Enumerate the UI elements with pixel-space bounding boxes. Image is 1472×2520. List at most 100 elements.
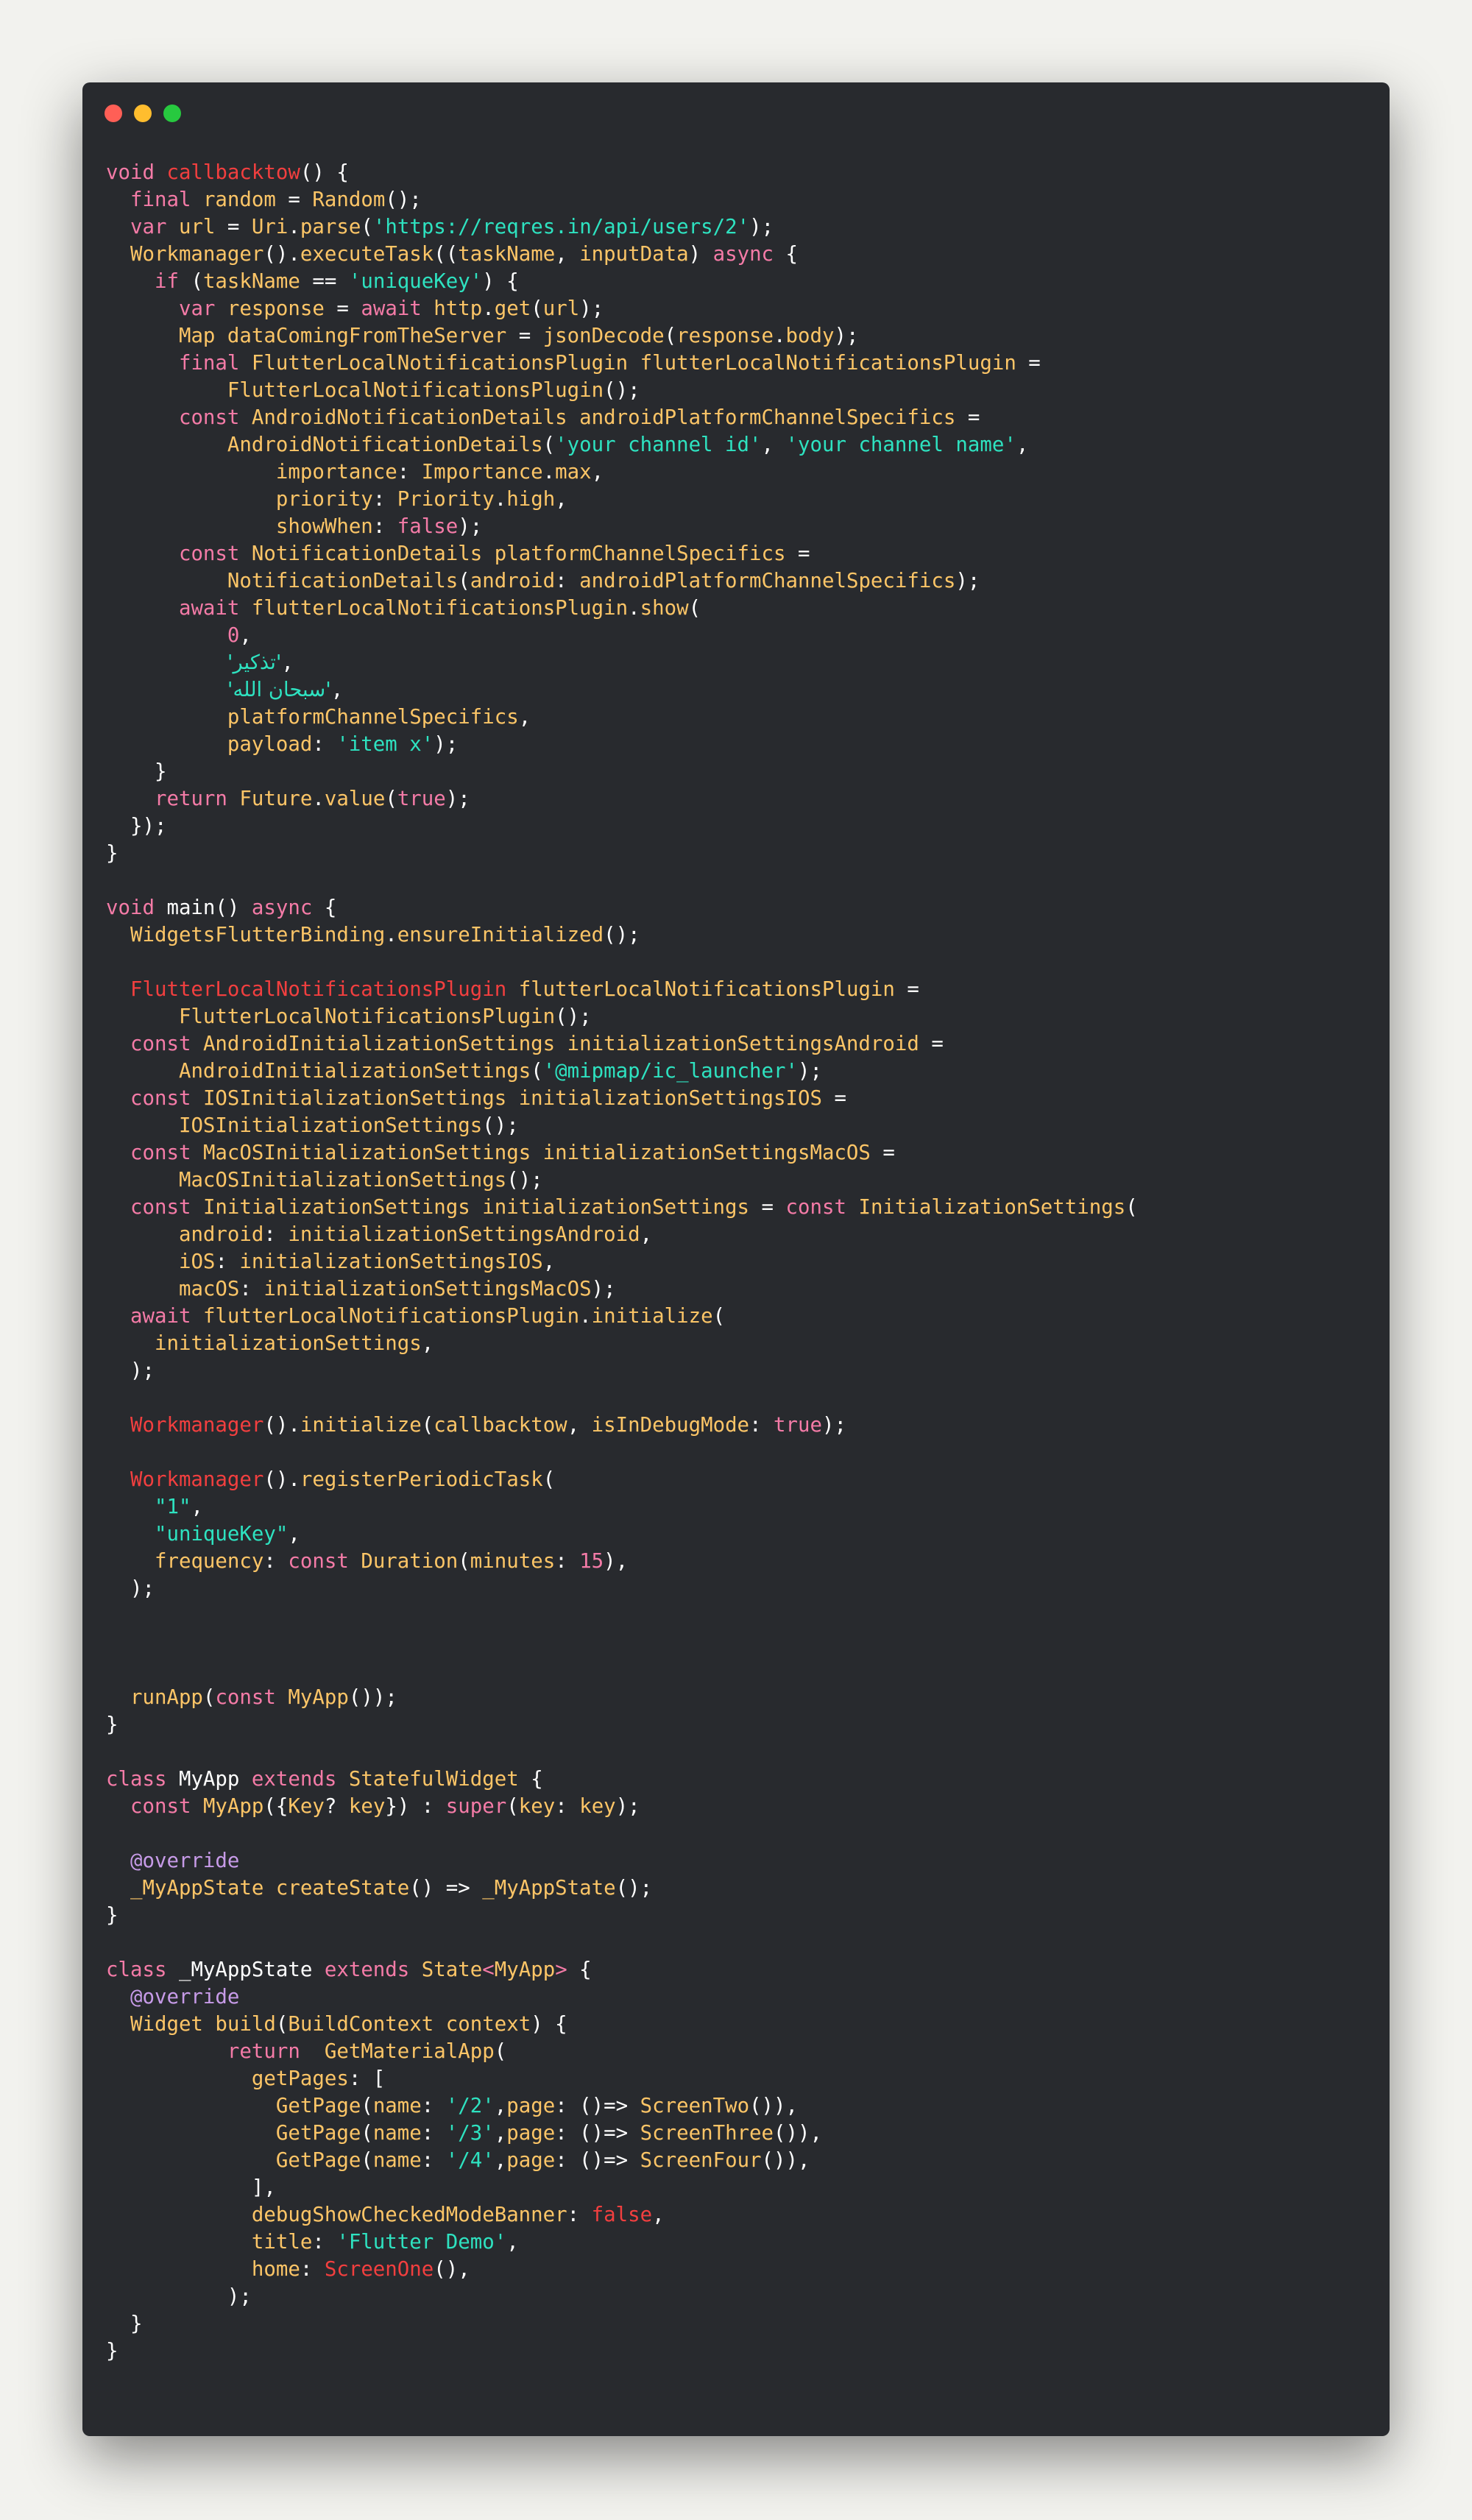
- code-token-id: [106, 542, 179, 565]
- code-line: return Future.value(true);: [106, 785, 1138, 813]
- code-token-id: );: [458, 515, 483, 538]
- code-token-fn: initializationSettings: [154, 1332, 422, 1355]
- code-line: );: [106, 1575, 1138, 1602]
- code-token-id: [106, 706, 227, 729]
- code-token-id: ): [688, 243, 713, 266]
- code-token-id: {: [312, 896, 337, 919]
- code-token-id: .: [312, 788, 325, 810]
- code-token-fn: _MyAppState: [482, 1877, 616, 1900]
- code-token-red: Workmanager: [130, 1468, 264, 1491]
- code-token-kw: true: [397, 788, 446, 810]
- code-token-kw: false: [397, 515, 459, 538]
- code-token-fn: GetPage: [275, 2149, 361, 2172]
- code-token-fn: flutterLocalNotificationsPlugin: [518, 978, 895, 1001]
- code-token-id: [106, 597, 179, 620]
- code-token-id: ==: [300, 270, 349, 293]
- code-token-kw: const: [215, 1686, 289, 1709]
- code-token-kw: <: [482, 1958, 495, 1981]
- code-token-id: [106, 433, 227, 456]
- code-token-id: [106, 1087, 130, 1110]
- code-token-fn: http: [434, 297, 483, 320]
- code-line: initializationSettings,: [106, 1330, 1138, 1357]
- code-token-fn: MacOSInitializationSettings: [178, 1169, 507, 1192]
- code-token-fn: FlutterLocalNotificationsPlugin: [178, 1005, 556, 1028]
- code-token-kw: true: [774, 1414, 823, 1437]
- code-token-kw: class: [106, 1958, 179, 1981]
- code-line: GetPage(name: '/2',page: ()=> ScreenTwo(…: [106, 2092, 1138, 2120]
- code-token-kw: const: [288, 1550, 361, 1573]
- code-token-fn: key: [348, 1795, 386, 1818]
- code-token-id: ,: [494, 2095, 507, 2117]
- code-token-id: [106, 297, 179, 320]
- code-token-fn: value: [324, 788, 386, 810]
- code-token-str: "uniqueKey": [154, 1523, 289, 1546]
- code-token-id: ,: [518, 706, 531, 729]
- code-token-id: );: [579, 297, 604, 320]
- code-line: 'سبحان الله',: [106, 676, 1138, 704]
- code-token-kw: const: [178, 542, 252, 565]
- code-token-id: ();: [482, 1114, 519, 1137]
- code-token-kw: await: [361, 297, 434, 320]
- code-token-kw: class: [106, 1768, 179, 1791]
- code-token-id: [106, 679, 227, 701]
- code-token-id: .: [579, 1305, 592, 1328]
- code-token-id: ();: [555, 1005, 592, 1028]
- minimize-button[interactable]: [134, 105, 152, 122]
- code-token-id: [106, 1414, 130, 1437]
- close-button[interactable]: [105, 105, 122, 122]
- code-token-id: [106, 1278, 179, 1300]
- code-token-id: [106, 924, 130, 946]
- code-token-id: [106, 2258, 252, 2281]
- code-token-id: (: [361, 2095, 373, 2117]
- code-token-fn: body: [785, 325, 835, 347]
- code-token-id: [106, 1523, 155, 1546]
- code-line: final FlutterLocalNotificationsPlugin fl…: [106, 350, 1138, 377]
- code-token-id: ,: [506, 2231, 519, 2254]
- code-token-id: :: [312, 2231, 337, 2254]
- code-token-fn: initialize: [591, 1305, 713, 1328]
- code-token-id: [106, 461, 276, 484]
- code-token-fn: Random: [312, 188, 386, 211]
- code-token-fn: Workmanager: [130, 243, 264, 266]
- code-token-id: =: [894, 978, 919, 1001]
- code-token-id: .: [774, 325, 786, 347]
- code-token-fn: key: [579, 1795, 616, 1818]
- code-token-fn: State: [421, 1958, 483, 1981]
- code-token-id: :: [555, 570, 580, 592]
- code-token-fn: name: [372, 2122, 422, 2145]
- code-token-fn: Priority: [397, 488, 495, 511]
- maximize-button[interactable]: [163, 105, 181, 122]
- code-token-fn: ScreenFour: [640, 2149, 762, 2172]
- code-token-kw: >: [555, 1958, 567, 1981]
- code-token-fn: flutterLocalNotificationsPlugin: [251, 597, 629, 620]
- code-token-str: 'your channel name': [785, 433, 1016, 456]
- code-token-kw: return: [154, 788, 240, 810]
- code-token-kw: final: [130, 188, 203, 211]
- code-token-id: :: [263, 1550, 289, 1573]
- code-line: GetPage(name: '/4',page: ()=> ScreenFour…: [106, 2147, 1138, 2174]
- code-token-id: (: [712, 1305, 726, 1328]
- code-token-id: :: [397, 461, 422, 484]
- code-block: void callbacktow() { final random = Rand…: [106, 159, 1138, 2365]
- code-token-kw: const: [785, 1196, 859, 1219]
- code-token-id: ,: [239, 624, 252, 647]
- code-token-id: :: [749, 1414, 774, 1437]
- code-token-id: [106, 1468, 130, 1491]
- code-token-id: ,: [640, 1223, 653, 1246]
- code-token-id: {: [567, 1958, 592, 1981]
- code-token-fn: debugShowCheckedModeBanner: [251, 2204, 567, 2226]
- code-line: @override: [106, 1847, 1138, 1875]
- code-token-fn: AndroidNotificationDetails androidPlatfo…: [251, 406, 956, 429]
- code-token-fn: InitializationSettings initializationSet…: [202, 1196, 750, 1219]
- code-line: Widget build(BuildContext context) {: [106, 2011, 1138, 2038]
- code-token-id: =: [785, 542, 810, 565]
- code-token-id: [106, 2040, 227, 2063]
- code-token-fn: Widget build: [130, 2013, 276, 2036]
- code-token-id: }: [106, 842, 118, 865]
- code-token-id: (: [361, 216, 373, 238]
- code-token-id: () =>: [409, 1877, 483, 1900]
- code-token-fn: macOS: [178, 1278, 240, 1300]
- code-token-fn: IOSInitializationSettings: [178, 1114, 483, 1137]
- code-line: "uniqueKey",: [106, 1521, 1138, 1548]
